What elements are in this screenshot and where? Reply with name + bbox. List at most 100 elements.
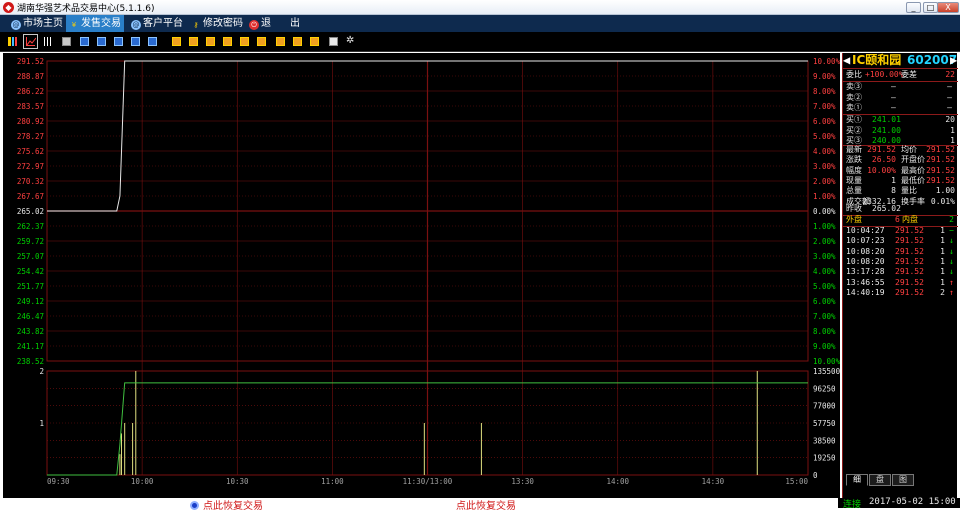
window-title: 湖南华强艺术品交易中心(5.1.1.6) [17, 4, 155, 14]
inner-volume-value: 2 [949, 215, 954, 224]
settings-icon[interactable]: ✲ [346, 36, 355, 46]
volume-amount-tick: 57750 [813, 419, 836, 428]
tick-price: 291.52 [895, 267, 924, 277]
tick-time: 13:17:28 [846, 267, 885, 277]
restore-icon [190, 501, 199, 510]
buy-volume: 20 [945, 115, 955, 124]
close-button[interactable]: X [937, 2, 959, 13]
tick-row: 13:46:55 291.52 1 ↑ [843, 278, 958, 288]
line-chart-icon[interactable] [23, 34, 38, 49]
tick-time: 13:46:55 [846, 277, 885, 287]
next-stock-icon[interactable]: ▶ [950, 53, 957, 67]
maximize-button[interactable]: □ [923, 2, 938, 13]
quote-value: 8 [891, 186, 896, 196]
pct-tick-label: 4.00% [813, 147, 836, 156]
pct-tick-label: 7.00% [813, 102, 836, 111]
split-icon[interactable] [114, 37, 123, 46]
sell-level-label: 卖① [846, 103, 862, 112]
price-tick-label: 270.32 [17, 177, 44, 186]
stock-name: IC颐和园 [852, 53, 902, 67]
volume-amount-tick: 0 [813, 471, 818, 480]
tick-direction: − [949, 226, 954, 235]
pct-tick-label: 1.00% [813, 222, 836, 231]
title-bar: ◆ 湖南华强艺术品交易中心(5.1.1.6) _ □ X [0, 0, 960, 15]
tick-row: 10:08:20 291.52 1 ↓ [843, 247, 958, 257]
price-tick-label: 291.52 [17, 57, 44, 66]
minimize-button[interactable]: _ [906, 2, 921, 13]
menu-logout-label: 退 [261, 18, 271, 29]
pct-tick-label: 10.00% [813, 357, 840, 366]
sell-price: — [891, 103, 896, 112]
price-tick-label: 254.42 [17, 267, 44, 276]
price-tick-label: 278.27 [17, 132, 44, 141]
info-icon[interactable] [148, 37, 157, 46]
price-tick-label: 288.87 [17, 72, 44, 81]
bar-chart-icon[interactable] [8, 37, 17, 46]
tool-f-icon[interactable] [257, 37, 266, 46]
restore-trade-link-left[interactable]: 点此恢复交易 [190, 500, 263, 514]
quote-label: 总量 [846, 186, 862, 196]
menu-logout[interactable]: ⏻ 退 [246, 15, 271, 32]
tick-direction: ↓ [949, 236, 954, 246]
buy-volume: 1 [950, 125, 955, 135]
pct-tick-label: 6.00% [813, 117, 836, 126]
tab-chart[interactable]: 图 [892, 474, 914, 486]
tick-direction: ↓ [949, 267, 954, 277]
calculator-icon[interactable] [62, 37, 71, 46]
tick-price: 291.52 [895, 277, 924, 287]
menu-client-platform[interactable]: @ 客户平台 [128, 15, 183, 32]
divider [843, 68, 958, 69]
prev-close-label: 昨收 [846, 204, 862, 213]
tab-board[interactable]: 盘 [869, 474, 891, 486]
tab-detail[interactable]: 细 [846, 474, 868, 486]
price-tick-label: 241.17 [17, 342, 44, 351]
tool-g-icon[interactable] [276, 37, 285, 46]
quote-value: 291.52 [926, 165, 955, 175]
quote-row: 幅度 10.00% 最高价 291.52 [843, 166, 958, 176]
draw-icon[interactable] [329, 37, 338, 46]
menu-exit[interactable]: 出 [287, 15, 300, 32]
tick-time: 14:40:19 [846, 287, 885, 297]
price-tick-label: 283.57 [17, 102, 44, 111]
tool-c-icon[interactable] [206, 37, 215, 46]
kline-icon[interactable] [44, 37, 53, 46]
menu-market-home[interactable]: @ 市场主页 [8, 15, 63, 32]
pct-tick-label: 5.00% [813, 132, 836, 141]
order-diff-value: 22 [945, 70, 955, 79]
price-tick-label: 286.22 [17, 87, 44, 96]
connection-status: 连接 [843, 500, 862, 510]
grid-icon[interactable] [80, 37, 89, 46]
time-axis-label: 14:30 [702, 477, 725, 486]
pct-tick-label: 5.00% [813, 282, 836, 291]
tool-h-icon[interactable] [293, 37, 302, 46]
tick-direction: ↓ [949, 256, 954, 266]
pct-tick-label: 10.00% [813, 57, 840, 66]
restore-trade-link-right[interactable]: 点此恢复交易 [456, 500, 516, 514]
tool-b-icon[interactable] [189, 37, 198, 46]
tool-e-icon[interactable] [240, 37, 249, 46]
quote-value: 1 [891, 175, 896, 185]
price-tick-label: 257.07 [17, 252, 44, 261]
price-tick-label: 243.82 [17, 327, 44, 336]
menu-market-home-label: 市场主页 [23, 18, 63, 29]
price-tick-label: 259.72 [17, 237, 44, 246]
tick-volume: 1 [940, 267, 945, 277]
price-tick-label: 251.77 [17, 282, 44, 291]
prev-stock-icon[interactable]: ◀ [843, 53, 850, 67]
pct-tick-label: 2.00% [813, 177, 836, 186]
menu-issue-trade[interactable]: ¥ 发售交易 [66, 15, 124, 32]
price-tick-label: 272.97 [17, 162, 44, 171]
window-icon[interactable] [131, 37, 140, 46]
tool-i-icon[interactable] [310, 37, 319, 46]
time-axis-label: 13:30 [511, 477, 534, 486]
quote-label: 开盘价 [901, 155, 925, 165]
tool-a-icon[interactable] [172, 37, 181, 46]
menu-change-password[interactable]: ⚷ 修改密码 [188, 15, 243, 32]
chart-area[interactable]: 291.52 10.00% 288.87 9.00% 286.22 8.00% 283.57… [3, 53, 841, 498]
tool-d-icon[interactable] [223, 37, 232, 46]
list-icon[interactable] [97, 37, 106, 46]
menu-client-platform-label: 客户平台 [143, 18, 183, 29]
status-bar: 点此恢复交易 点此恢复交易 连接 2017-05-02 15:00 [0, 497, 960, 516]
price-tick-label: 275.62 [17, 147, 44, 156]
tick-row: 10:07:23 291.52 1 ↓ [843, 236, 958, 246]
